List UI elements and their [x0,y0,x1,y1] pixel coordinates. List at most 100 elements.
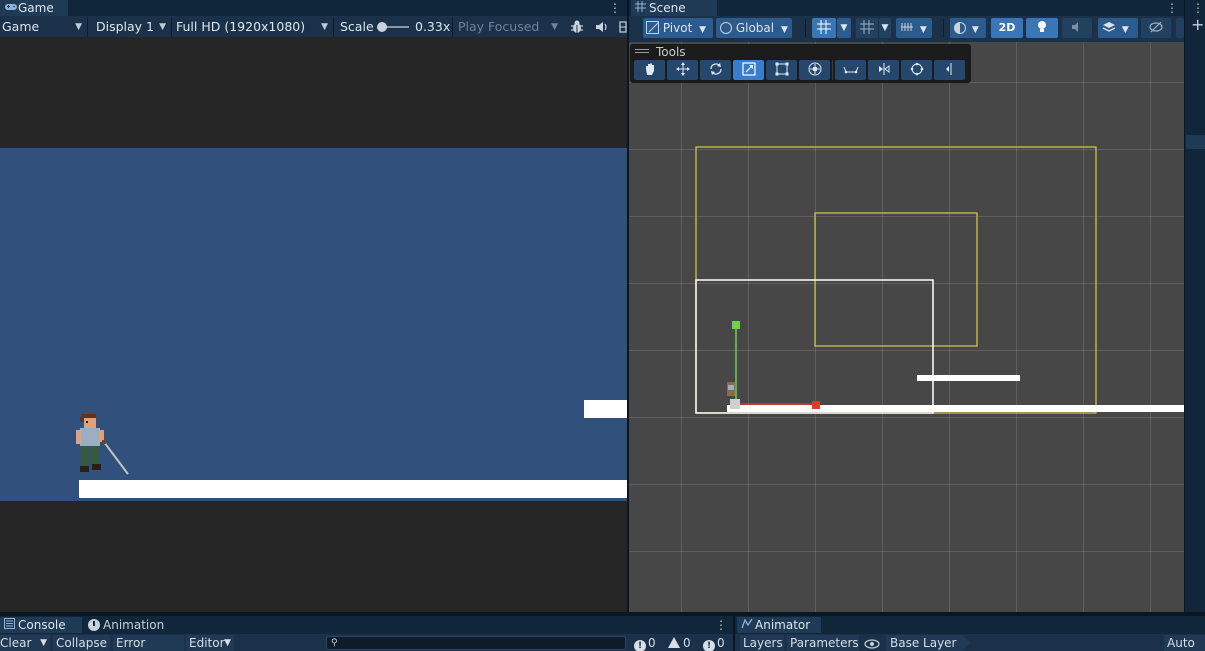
effects-dropdown[interactable]: ▼ [1098,18,1138,38]
clock-icon [88,619,100,631]
move-gizmo-x-handle [812,401,820,409]
rect-tool-icon[interactable] [766,60,797,80]
chevron-down-icon: ▼ [699,25,707,35]
custom-tool-2-icon[interactable] [868,60,899,80]
grid-visibility-dropdown[interactable]: ▼ [879,18,891,38]
console-menu-icon[interactable]: ⋮ [715,618,727,632]
tab-animator[interactable]: Animator [737,617,821,633]
move-tool-icon[interactable] [667,60,698,80]
custom-tool-4-icon[interactable] [934,60,965,80]
chevron-down-icon: ▼ [224,638,231,648]
toolbar-divider [943,19,944,37]
info-icon: ! [634,640,646,651]
search-icon: ⚲ [331,638,338,648]
clear-label: Clear [0,636,32,650]
draw-mode-dropdown[interactable]: ▼ [950,18,986,38]
collapse-label: Collapse [56,636,107,650]
audio-off-icon [1072,22,1078,32]
increment-snap-icon [901,23,913,31]
eye-icon[interactable] [864,638,880,649]
play-mode-label: Play Focused [458,19,540,34]
shading-icon [954,22,966,34]
add-icon[interactable]: + [1191,17,1205,33]
game-mode-label: Game [2,19,40,34]
mode-2d-button[interactable]: 2D [991,18,1023,38]
pivot-label: Pivot [662,21,693,35]
bug-icon[interactable] [569,19,585,35]
tab-animation[interactable]: Animation [88,617,164,633]
pivot-icon [646,21,659,34]
custom-tool-3-icon[interactable] [901,60,932,80]
right-panel-menu-icon[interactable]: ⋮ [1192,1,1204,15]
auto-live-label: Auto L [1167,636,1195,650]
grid-snap-icon [817,20,831,34]
game-tab-bar [0,0,627,16]
error-pause-button[interactable]: Error Pause [113,635,184,651]
hand-tool-icon[interactable] [634,60,665,80]
scale-slider-thumb[interactable] [377,22,387,32]
grid-icon [635,1,649,17]
gizmos-button[interactable] [1176,18,1184,38]
layers-label: Layers [743,636,783,650]
scene-menu-icon[interactable]: ⋮ [1166,1,1178,15]
scene-ground-platform [727,405,1184,412]
animator-icon [741,618,755,634]
chevron-down-icon: ▼ [551,22,558,32]
move-gizmo-y-handle [732,321,740,329]
editor-dropdown[interactable]: Editor ▼ [186,635,234,651]
warning-count-toggle[interactable]: 0 [668,635,691,651]
toolbar-divider [171,17,172,37]
global-dropdown[interactable]: Global ▼ [716,18,792,38]
console-clear-dropdown[interactable]: Clear ▼ [0,635,50,651]
tools-overlay: Tools [630,44,971,83]
auto-live-link-toggle[interactable]: Auto L [1164,635,1205,651]
error-count-toggle[interactable]: ! 0 [703,635,725,651]
console-search-input[interactable]: ⚲ [326,636,626,650]
tools-separator [832,60,833,80]
animator-parameters-tab[interactable]: Parameters [787,635,859,651]
grid-snap-dropdown[interactable]: ▼ [837,18,851,38]
stats-icon[interactable] [619,20,627,34]
grid-visibility-button[interactable] [856,18,878,38]
resolution-dropdown[interactable]: Full HD (1920x1080) ▼ [174,17,332,37]
audio-icon[interactable] [595,20,609,34]
custom-tool-1-icon[interactable] [835,60,866,80]
scale-slider[interactable] [377,21,409,33]
tab-scene-label: Scene [649,1,686,15]
tab-game[interactable]: Game [0,0,68,16]
global-label: Global [735,21,775,35]
tab-console-label: Console [18,618,66,632]
tools-overlay-grip-icon[interactable] [635,49,649,53]
scene-visibility-button[interactable] [1141,18,1171,38]
lighting-button[interactable] [1026,18,1058,38]
animator-layers-tab[interactable]: Layers [740,635,784,651]
warning-count: 0 [683,636,691,650]
scale-tool-icon[interactable] [733,60,764,80]
collapse-button[interactable]: Collapse [53,635,110,651]
display-dropdown[interactable]: Display 1 ▼ [94,17,170,37]
play-mode-dropdown[interactable]: Play Focused ▼ [456,17,562,37]
tab-console[interactable]: Console [0,617,82,633]
game-view[interactable] [0,37,627,612]
chevron-down-icon: ▼ [1121,25,1129,35]
error-count: 0 [717,636,725,650]
rotate-tool-icon[interactable] [700,60,731,80]
grid-snap-button[interactable] [812,18,836,38]
game-mode-dropdown[interactable]: Game ▼ [0,17,86,37]
transform-tool-icon[interactable] [799,60,830,80]
toolbar-divider [452,17,453,37]
warning-icon [668,637,680,648]
increment-snap-button[interactable]: ▼ [896,18,932,38]
chevron-down-icon: ▼ [971,25,979,35]
chevron-down-icon: ▼ [881,23,889,33]
resolution-label: Full HD (1920x1080) [176,19,306,34]
tab-game-label: Game [18,1,54,15]
log-count-toggle[interactable]: ! 0 [634,635,656,651]
pivot-dropdown[interactable]: Pivot ▼ [643,18,713,38]
audio-toggle-button[interactable] [1062,18,1092,38]
game-menu-icon[interactable]: ⋮ [609,1,621,15]
base-layer-breadcrumb[interactable]: Base Layer [886,635,971,651]
scene-objects [695,146,1184,414]
tab-scene[interactable]: Scene [631,0,717,16]
tab-animation-label: Animation [103,618,165,632]
